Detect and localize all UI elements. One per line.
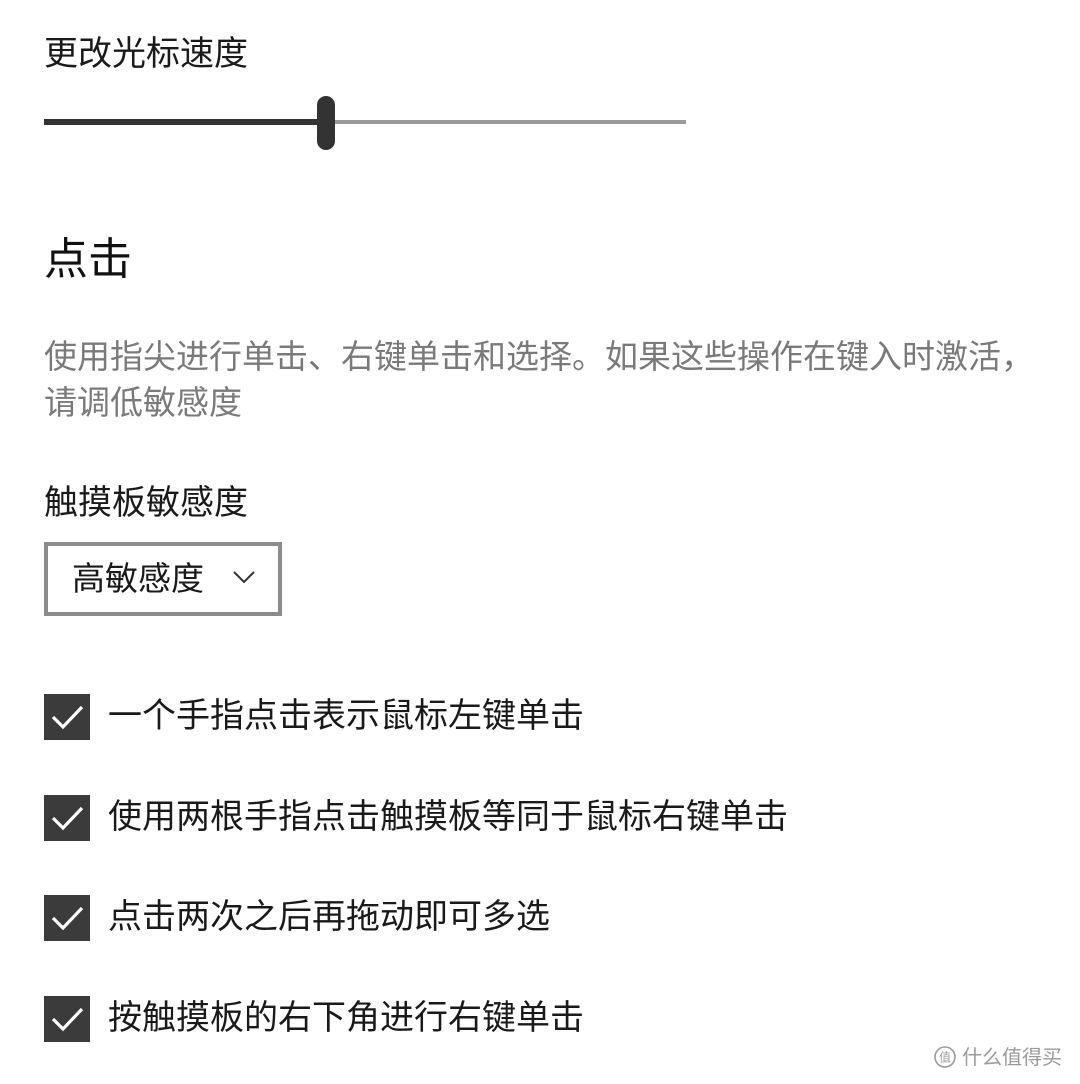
option-label: 一个手指点击表示鼠标左键单击 (108, 696, 584, 736)
cursor-speed-slider[interactable] (44, 96, 686, 150)
option-two-finger-right-click-row[interactable]: 使用两根手指点击触摸板等同于鼠标右键单击 (44, 795, 1024, 843)
checkbox-left-click[interactable] (44, 694, 90, 740)
option-label: 按触摸板的右下角进行右键单击 (108, 998, 584, 1038)
option-double-tap-drag-row[interactable]: 点击两次之后再拖动即可多选 (44, 895, 1024, 943)
slider-fill (44, 119, 326, 125)
checkmark-icon (51, 806, 84, 831)
sensitivity-selected-value: 高敏感度 (72, 559, 204, 598)
section-title-click: 点击 (44, 234, 132, 285)
checkbox-two-finger-right-click[interactable] (44, 795, 90, 841)
watermark: 值 什么值得买 (934, 1044, 1062, 1070)
watermark-text: 什么值得买 (962, 1045, 1062, 1069)
slider-thumb[interactable] (317, 96, 335, 150)
checkbox-corner-right-click[interactable] (44, 996, 90, 1042)
checkmark-icon (51, 1007, 84, 1032)
option-corner-right-click-row[interactable]: 按触摸板的右下角进行右键单击 (44, 996, 1024, 1044)
svg-text:值: 值 (939, 1050, 951, 1065)
option-label: 点击两次之后再拖动即可多选 (108, 897, 550, 937)
cursor-speed-label: 更改光标速度 (44, 34, 248, 74)
sensitivity-label: 触摸板敏感度 (44, 483, 248, 523)
checkmark-icon (51, 705, 84, 730)
sensitivity-dropdown[interactable]: 高敏感度 (44, 542, 282, 616)
option-label: 使用两根手指点击触摸板等同于鼠标右键单击 (108, 797, 788, 837)
checkmark-icon (51, 906, 84, 931)
checkbox-double-tap-drag[interactable] (44, 895, 90, 941)
chevron-down-icon (232, 567, 256, 587)
option-left-click-row[interactable]: 一个手指点击表示鼠标左键单击 (44, 694, 1024, 742)
section-description: 使用指尖进行单击、右键单击和选择。如果这些操作在键入时激活，请调低敏感度 (44, 337, 1034, 422)
zhide-logo-icon: 值 (934, 1046, 956, 1068)
